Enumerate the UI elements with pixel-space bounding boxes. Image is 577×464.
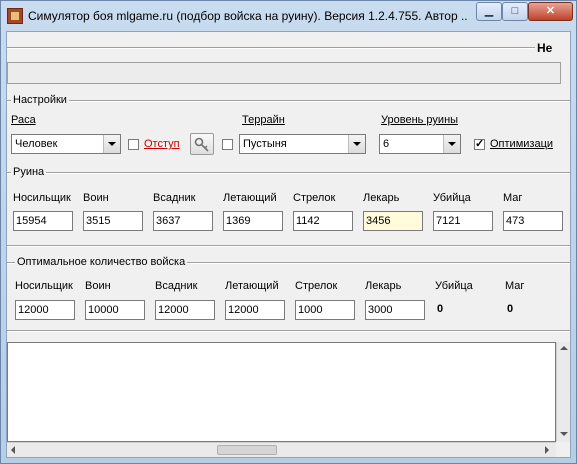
- chevron-down-icon[interactable]: [103, 135, 120, 153]
- optimal-top-separator: [7, 245, 570, 247]
- scrollbar-corner: [556, 442, 570, 457]
- unit-label: Лекарь: [365, 280, 402, 292]
- title-bar[interactable]: Симулятор боя mlgame.ru (подбор войска н…: [1, 1, 577, 31]
- unit-label: Маг: [505, 280, 525, 292]
- race-value: Человек: [15, 138, 58, 150]
- unit-label: Убийца: [433, 192, 471, 204]
- chevron-down-icon[interactable]: [443, 135, 460, 153]
- ruin-level-select[interactable]: 6: [379, 134, 461, 154]
- ruin-level-label: Уровень руины: [381, 114, 459, 126]
- terrain-select[interactable]: Пустыня: [239, 134, 366, 154]
- chevron-down-icon[interactable]: [348, 135, 365, 153]
- marquee-text: Не: [537, 41, 553, 55]
- optimization-label[interactable]: Оптимизаци: [490, 138, 553, 150]
- unit-label: Всадник: [155, 280, 198, 292]
- key-icon: [194, 137, 209, 152]
- maximize-button[interactable]: □: [502, 2, 528, 21]
- ruin-separator: [7, 172, 570, 174]
- unit-count-field[interactable]: 3637: [153, 211, 213, 231]
- optimization-checkbox[interactable]: [474, 137, 485, 150]
- terrain-value: Пустыня: [243, 138, 287, 150]
- unit-count-field[interactable]: 15954: [13, 211, 73, 231]
- unit-count-field[interactable]: 12000: [225, 300, 285, 320]
- settings-group-title: Настройки: [11, 94, 69, 106]
- unit-count-field[interactable]: 473: [503, 211, 563, 231]
- marquee-line: [7, 47, 535, 49]
- retreat-checkbox[interactable]: [128, 139, 139, 150]
- unit-count-field[interactable]: 10000: [85, 300, 145, 320]
- unit-label: Носильщик: [15, 280, 73, 292]
- unit-count-field[interactable]: 1142: [293, 211, 353, 231]
- unit-count-field[interactable]: 1369: [223, 211, 283, 231]
- log-output[interactable]: [7, 342, 556, 442]
- unit-count-field[interactable]: 12000: [155, 300, 215, 320]
- unit-label: Всадник: [153, 192, 196, 204]
- vertical-scrollbar[interactable]: [556, 342, 570, 442]
- ruin-group-title: Руина: [11, 166, 47, 178]
- unit-label: Летающий: [225, 280, 279, 292]
- unit-label: Маг: [503, 192, 523, 204]
- scroll-right-icon[interactable]: [545, 446, 549, 454]
- unit-count-field[interactable]: 12000: [15, 300, 75, 320]
- unit-label: Воин: [85, 280, 111, 292]
- unit-count-field[interactable]: 3515: [83, 211, 143, 231]
- unit-label: Стрелок: [295, 280, 338, 292]
- window-title: Симулятор боя mlgame.ru (подбор войска н…: [28, 9, 468, 23]
- unit-label: Воин: [83, 192, 109, 204]
- race-select[interactable]: Человек: [11, 134, 121, 154]
- scroll-thumb[interactable]: [217, 445, 277, 455]
- retreat-label[interactable]: Отступ: [144, 138, 180, 150]
- app-icon: [7, 8, 23, 24]
- unit-count-field[interactable]: 7121: [433, 211, 493, 231]
- unit-label: Носильщик: [13, 192, 71, 204]
- unit-label: Лекарь: [363, 192, 400, 204]
- app-window: Симулятор боя mlgame.ru (подбор войска н…: [0, 0, 577, 464]
- unit-count-value: 0: [437, 303, 444, 315]
- status-strip: [7, 62, 561, 84]
- settings-separator: [7, 100, 570, 102]
- key-button[interactable]: [190, 133, 214, 155]
- unit-count-field[interactable]: 3456: [363, 211, 423, 231]
- scroll-left-icon[interactable]: [11, 446, 15, 454]
- unit-label: Летающий: [223, 192, 277, 204]
- race-label: Раса: [11, 114, 36, 126]
- output-separator: [7, 330, 570, 332]
- optimal-group-title: Оптимальное количество войска: [15, 256, 188, 268]
- ruin-level-value: 6: [383, 138, 390, 150]
- terrain-label: Террайн: [242, 114, 285, 126]
- terrain-checkbox[interactable]: [222, 139, 233, 150]
- horizontal-scrollbar[interactable]: [7, 442, 556, 457]
- unit-count-field[interactable]: 1000: [295, 300, 355, 320]
- unit-label: Убийца: [435, 280, 473, 292]
- close-button[interactable]: ✕: [528, 2, 573, 21]
- unit-count-field[interactable]: 3000: [365, 300, 425, 320]
- client-area: Не Настройки Раса Человек Отступ Террайн…: [6, 31, 571, 458]
- minimize-button[interactable]: ▁: [476, 2, 502, 21]
- unit-label: Стрелок: [293, 192, 336, 204]
- scroll-up-icon[interactable]: [560, 346, 568, 350]
- scroll-down-icon[interactable]: [560, 432, 568, 436]
- unit-count-value: 0: [507, 303, 514, 315]
